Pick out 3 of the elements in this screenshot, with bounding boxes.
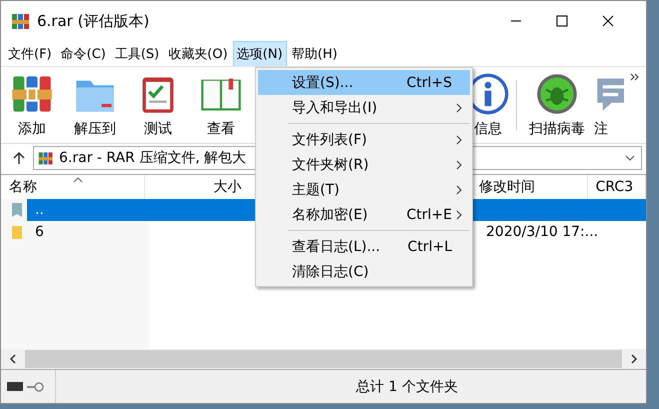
status-text: 总计 1 个文件夹 <box>356 378 458 396</box>
modified-time: 2020/3/10 17:... <box>486 224 598 240</box>
window-title: 6.rar (评估版本) <box>37 12 150 30</box>
